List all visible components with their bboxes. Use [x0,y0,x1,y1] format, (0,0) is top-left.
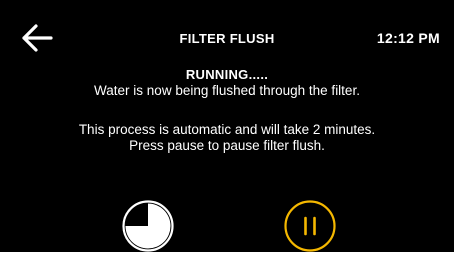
pause-icon [284,200,336,252]
pause-button[interactable] [283,199,337,252]
info-line-duration: This process is automatic and will take … [78,122,376,137]
clock-time: 12:12 PM [376,30,440,46]
filter-flush-screen: FILTER FLUSH 12:12 PM RUNNING..... Water… [0,0,454,252]
info-line-pause-hint: Press pause to pause filter flush. [129,138,325,153]
progress-timer [121,199,175,252]
progress-fill [125,203,171,249]
status-text: RUNNING..... [185,67,269,82]
info-line-flushing: Water is now being flushed through the f… [94,83,360,98]
progress-timer-icon [122,200,174,252]
